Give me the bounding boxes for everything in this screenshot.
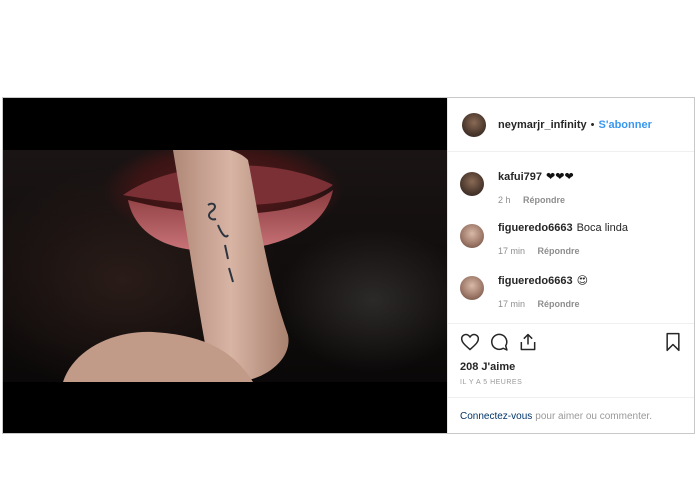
commenter-avatar[interactable] (460, 276, 484, 300)
login-prompt-text: pour aimer ou commenter. (535, 410, 652, 422)
login-link[interactable]: Connectez-vous (460, 411, 532, 422)
post-card: neymarjr_infinity • S'abonner kafui797 ❤❤… (2, 97, 695, 434)
comment-text: 😍 (576, 275, 589, 287)
post-media[interactable] (3, 98, 447, 433)
login-prompt: Connectez-vous pour aimer ou commenter. (448, 397, 694, 434)
post-photo[interactable] (3, 147, 447, 382)
comment-time: 2 h (498, 195, 511, 205)
comment-time: 17 min (498, 246, 526, 256)
post-timestamp: IL Y A 5 HEURES (460, 379, 523, 386)
comment-text: Boca linda (576, 222, 628, 234)
reply-button[interactable]: Répondre (538, 246, 580, 256)
comment-username[interactable]: figueredo6663 (498, 275, 573, 287)
photo-illustration (63, 147, 333, 382)
comment-item: figueredo6663 Boca linda 17 min Répondre (460, 222, 628, 256)
commenter-avatar[interactable] (460, 172, 484, 196)
header-separator: • (590, 118, 595, 131)
heart-icon[interactable] (460, 332, 480, 352)
bookmark-icon[interactable] (664, 332, 682, 357)
comment-time: 17 min (498, 299, 526, 309)
author-avatar[interactable] (462, 112, 486, 137)
comment-text: ❤❤❤ (546, 171, 574, 183)
reply-button[interactable]: Répondre (538, 299, 580, 309)
comment-item: figueredo6663 😍 17 min Répondre (460, 274, 588, 309)
author-username[interactable]: neymarjr_infinity (498, 119, 587, 131)
comment-icon[interactable] (489, 332, 509, 352)
like-count[interactable]: 208 J'aime (460, 361, 515, 373)
post-sidebar: neymarjr_infinity • S'abonner kafui797 ❤❤… (447, 98, 694, 433)
follow-button[interactable]: S'abonner (599, 119, 652, 131)
comment-item: kafui797 ❤❤❤ 2 h Répondre (460, 170, 574, 205)
media-letterbox-top (3, 98, 447, 150)
reply-button[interactable]: Répondre (523, 195, 565, 205)
comment-username[interactable]: figueredo6663 (498, 222, 573, 234)
post-actions: 208 J'aime IL Y A 5 HEURES Connectez-vou… (448, 323, 694, 433)
commenter-avatar[interactable] (460, 224, 484, 248)
comment-username[interactable]: kafui797 (498, 171, 542, 183)
post-header: neymarjr_infinity • S'abonner (448, 98, 694, 152)
media-letterbox-bottom (3, 382, 447, 433)
share-icon[interactable] (518, 332, 538, 352)
